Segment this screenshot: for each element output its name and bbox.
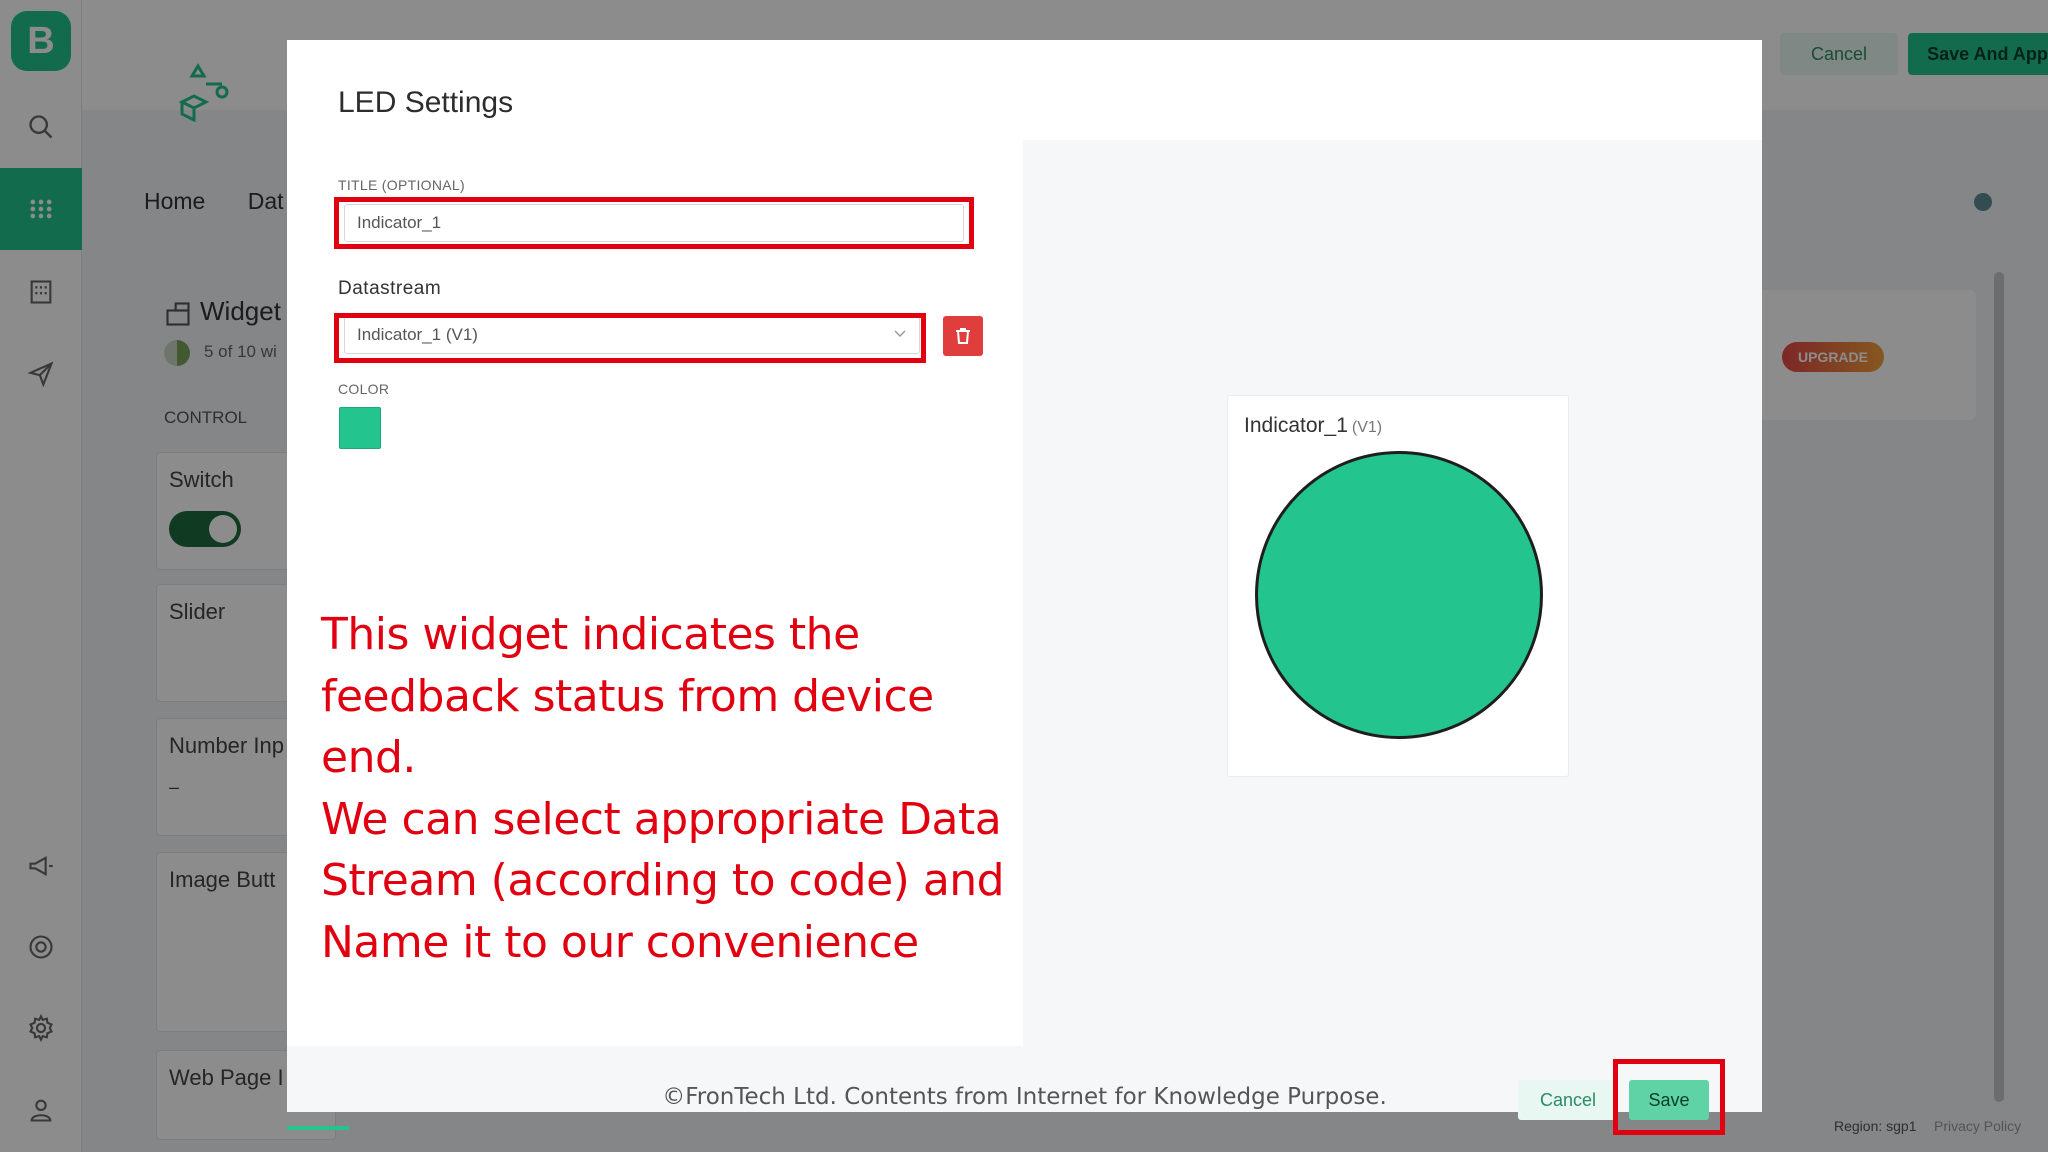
annotation-line: We can select appropriate Data [321,793,1002,845]
trash-icon [956,328,970,344]
preview-label: Indicator_1 [1244,414,1348,437]
datastream-highlight-box [334,313,926,363]
led-settings-modal: LED Settings TITLE (OPTIONAL) Datastream… [287,40,1762,1135]
preview-pin: (V1) [1351,419,1383,436]
tutorial-annotation: This widget indicates the feedback statu… [321,604,1021,973]
color-caption: COLOR [338,381,390,397]
led-indicator [1255,451,1543,739]
preview-title: Indicator_1 (V1) [1244,414,1382,438]
title-highlight-box [334,197,974,249]
annotation-line: feedback status from device end. [321,670,934,784]
annotation-line: Stream (according to code) and [321,855,1005,906]
datastream-caption: Datastream [338,278,442,299]
annotation-line: This widget indicates the [321,609,860,660]
delete-datastream-button[interactable] [943,316,983,356]
modal-title: LED Settings [338,86,514,119]
active-tab-indicator [287,1126,349,1130]
title-field-caption: TITLE (OPTIONAL) [338,177,465,193]
annotation-line: Name it to our convenience [321,916,919,968]
copyright-notice: ©FronTech Ltd. Contents from Internet fo… [662,1084,1387,1110]
led-preview-card: Indicator_1 (V1) [1227,395,1569,777]
color-picker-swatch[interactable] [339,407,381,449]
